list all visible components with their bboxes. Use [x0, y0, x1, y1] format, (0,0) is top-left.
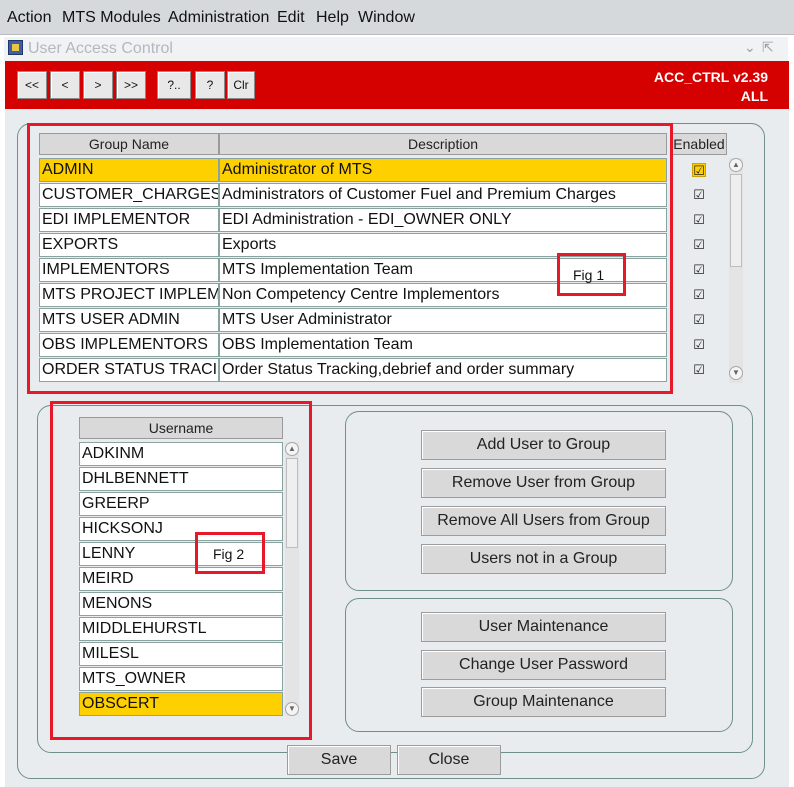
- app-icon: [8, 40, 23, 55]
- fig1-label-box: Fig 1: [557, 253, 626, 296]
- enabled-checkbox[interactable]: ☑: [692, 213, 706, 227]
- scroll-up-icon[interactable]: ▲: [729, 158, 743, 172]
- remove-user-from-group-button[interactable]: Remove User from Group: [421, 468, 666, 498]
- minimize-icon[interactable]: ⌄: [744, 39, 756, 56]
- enabled-checkbox[interactable]: ☑: [692, 163, 706, 178]
- enabled-checkbox[interactable]: ☑: [692, 338, 706, 352]
- group-maintenance-button[interactable]: Group Maintenance: [421, 687, 666, 717]
- user-maintenance-button[interactable]: User Maintenance: [421, 612, 666, 642]
- enabled-checkbox[interactable]: ☑: [692, 238, 706, 252]
- window-titlebar: User Access Control ⌄ ⇱: [4, 37, 788, 61]
- menu-administration[interactable]: Administration: [168, 9, 269, 27]
- window-title: User Access Control: [28, 40, 173, 57]
- groups-scrollbar[interactable]: ▲ ▼: [729, 158, 743, 383]
- menu-mts-modules[interactable]: MTS Modules: [62, 9, 161, 27]
- change-user-password-button[interactable]: Change User Password: [421, 650, 666, 680]
- previous-record-button[interactable]: <: [50, 71, 80, 99]
- menu-window[interactable]: Window: [358, 9, 415, 27]
- last-record-button[interactable]: >>: [116, 71, 146, 99]
- execute-query-button[interactable]: ?: [195, 71, 225, 99]
- scroll-down-icon[interactable]: ▼: [729, 366, 743, 380]
- add-user-to-group-button[interactable]: Add User to Group: [421, 430, 666, 460]
- save-button[interactable]: Save: [287, 745, 391, 775]
- menu-action[interactable]: Action: [7, 9, 51, 27]
- fig1-label: Fig 1: [573, 267, 605, 283]
- enabled-checkbox[interactable]: ☑: [692, 288, 706, 302]
- version-text: ACC_CTRL v2.39: [653, 69, 768, 85]
- enabled-checkbox[interactable]: ☑: [692, 363, 706, 377]
- menu-bar: Action MTS Modules Administration Edit H…: [0, 0, 794, 35]
- fig2-label-box: Fig 2: [195, 532, 265, 574]
- remove-all-users-button[interactable]: Remove All Users from Group: [421, 506, 666, 536]
- enabled-checkbox[interactable]: ☑: [692, 313, 706, 327]
- menu-help[interactable]: Help: [316, 9, 349, 27]
- enabled-checkbox[interactable]: ☑: [692, 188, 706, 202]
- first-record-button[interactable]: <<: [17, 71, 47, 99]
- next-record-button[interactable]: >: [83, 71, 113, 99]
- toolbar: << < > >> ?.. ? Clr ACC_CTRL v2.39 ALL: [5, 61, 789, 109]
- fig2-label: Fig 2: [213, 546, 245, 562]
- menu-edit[interactable]: Edit: [277, 9, 305, 27]
- query-button[interactable]: ?..: [157, 71, 191, 99]
- clear-button[interactable]: Clr: [227, 71, 255, 99]
- enabled-checkbox[interactable]: ☑: [692, 263, 706, 277]
- restore-icon[interactable]: ⇱: [762, 39, 774, 56]
- close-button[interactable]: Close: [397, 745, 501, 775]
- enabled-header: Enabled: [671, 133, 727, 155]
- fig2-highlight-box: [50, 401, 312, 740]
- version-label: ACC_CTRL v2.39 ALL: [654, 68, 768, 106]
- users-not-in-group-button[interactable]: Users not in a Group: [421, 544, 666, 574]
- scope-text: ALL: [740, 88, 768, 104]
- scroll-thumb[interactable]: [730, 174, 742, 267]
